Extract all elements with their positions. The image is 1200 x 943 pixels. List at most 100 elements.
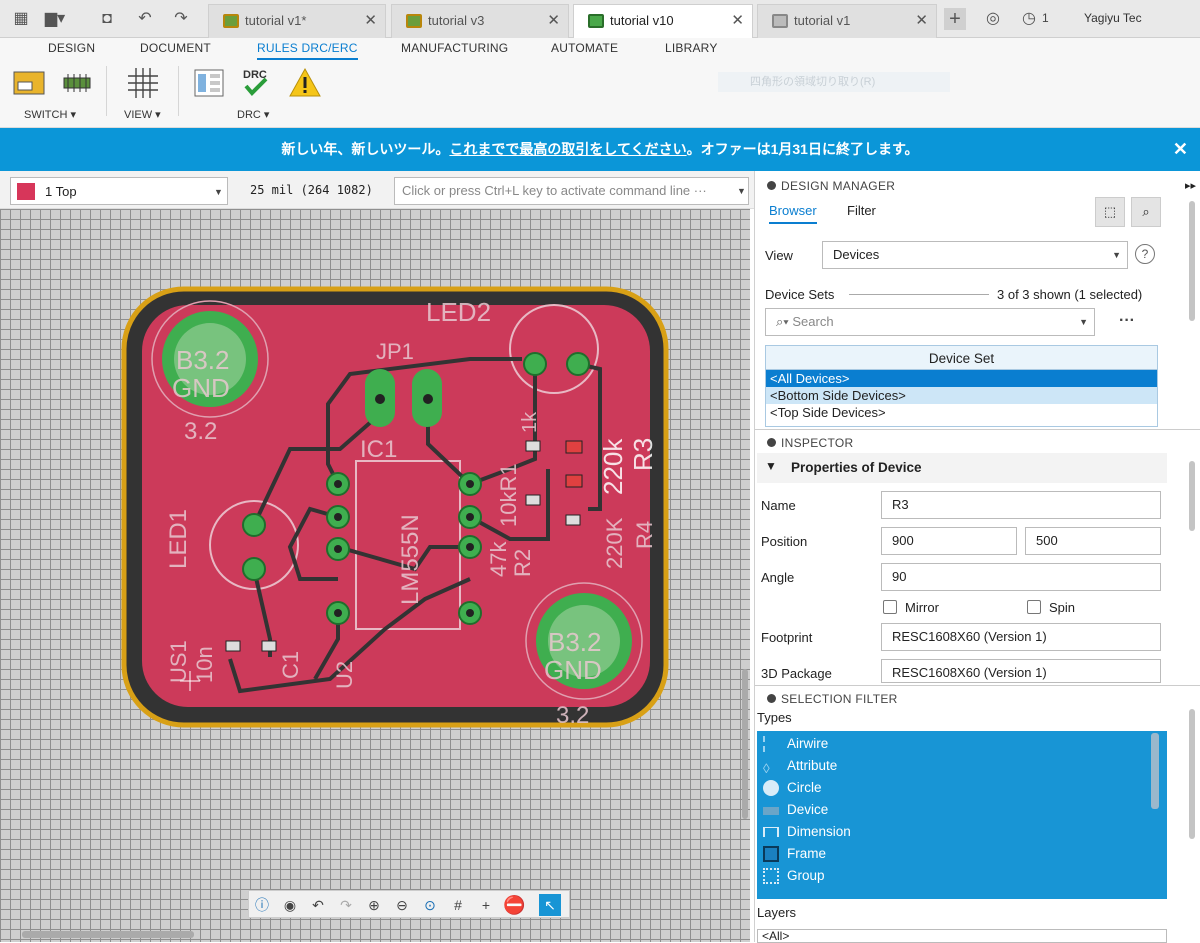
selection-filter-header[interactable]: SELECTION FILTER [767, 692, 898, 706]
doc-tab-1[interactable]: tutorial v1* ✕ [208, 4, 386, 38]
ribbon-tab-manufacturing[interactable]: MANUFACTURING [401, 41, 508, 55]
crosshair-icon[interactable]: + [475, 894, 497, 916]
zoom-in-icon[interactable]: ⊕ [363, 894, 385, 916]
group-separator [106, 66, 107, 116]
type-item-airwire[interactable]: Airwire [763, 733, 828, 755]
close-icon[interactable]: ✕ [547, 5, 560, 37]
type-label: Dimension [787, 824, 851, 839]
selection-filter-title: SELECTION FILTER [781, 692, 898, 706]
save-icon[interactable]: ◘ [96, 8, 118, 30]
job-status-icon[interactable]: ◎ [982, 8, 1004, 30]
switch-board-icon[interactable] [12, 66, 46, 100]
position-x-field[interactable]: 900 [881, 527, 1017, 555]
chevron-down-icon[interactable]: ▼ [737, 178, 746, 204]
grid-coordinate-readout: 25 mil (264 1082) [250, 183, 373, 197]
warning-icon[interactable] [288, 66, 322, 100]
tab-filter[interactable]: Filter [847, 203, 876, 218]
more-options-icon[interactable]: ··· [1119, 312, 1135, 330]
canvas-horizontal-scrollbar[interactable] [22, 931, 194, 938]
device-set-column-header[interactable]: Device Set [766, 346, 1157, 370]
grid-icon[interactable] [126, 66, 160, 100]
new-tab-plus-icon[interactable]: + [944, 8, 966, 30]
panel-scrollbar[interactable] [1189, 461, 1195, 531]
design-rules-icon[interactable] [192, 66, 226, 100]
types-scrollbar[interactable] [1151, 733, 1159, 809]
user-name[interactable]: Yagiyu Tec [1084, 11, 1142, 25]
search-placeholder: Search [792, 314, 834, 329]
device-set-row[interactable]: <Bottom Side Devices> [766, 387, 1157, 404]
angle-field[interactable]: 90 [881, 563, 1161, 591]
properties-section-header[interactable]: ▼ Properties of Device [757, 453, 1167, 483]
help-icon[interactable]: ? [1135, 244, 1155, 264]
name-field[interactable]: R3 [881, 491, 1161, 519]
inspector-header[interactable]: INSPECTOR [767, 436, 854, 450]
doc-tab-2[interactable]: tutorial v3 ✕ [391, 4, 569, 38]
zoom-out-icon[interactable]: ⊖ [391, 894, 413, 916]
banner-link[interactable]: これまでで最高の取引をしてください [449, 141, 686, 157]
canvas-vertical-scrollbar[interactable] [742, 669, 748, 819]
notification-count[interactable]: 1 [1042, 11, 1049, 25]
ribbon-tab-automate[interactable]: AUTOMATE [551, 41, 618, 55]
spin-checkbox[interactable] [1027, 600, 1041, 614]
stop-icon[interactable]: ⛔ [503, 894, 525, 916]
chevron-down-icon[interactable]: ▼ [1079, 309, 1088, 335]
switch-schematic-icon[interactable] [60, 66, 94, 100]
view-select[interactable]: Devices ▼ [822, 241, 1128, 269]
tag-icon: ◊ [763, 761, 770, 776]
layers-list[interactable]: <All> [757, 929, 1167, 943]
banner-close-button[interactable]: ✕ [1173, 128, 1188, 171]
redo-icon[interactable]: ↷ [170, 8, 192, 30]
close-icon[interactable]: ✕ [364, 5, 377, 37]
info-icon[interactable]: ⓘ [251, 894, 273, 916]
switch-group-label[interactable]: SWITCH ▾ [24, 108, 76, 121]
ribbon-tab-document[interactable]: DOCUMENT [140, 41, 211, 55]
app-grid-icon[interactable]: ▦ [10, 8, 32, 30]
position-y-field[interactable]: 500 [1025, 527, 1161, 555]
doc-tab-3[interactable]: tutorial v10 ✕ [573, 4, 753, 39]
command-line-input[interactable]: Click or press Ctrl+L key to activate co… [394, 177, 749, 205]
clock-icon[interactable]: ◷ [1018, 8, 1040, 30]
label-led1: LED1 [165, 509, 192, 569]
type-item-circle[interactable]: Circle [763, 777, 822, 799]
design-manager-header[interactable]: DESIGN MANAGER [767, 179, 895, 193]
airwire-icon [763, 736, 779, 752]
zoom-fit-icon[interactable]: ⊙ [419, 894, 441, 916]
footprint-field[interactable]: RESC1608X60 (Version 1) [881, 623, 1161, 651]
undo-icon[interactable]: ↶ [307, 894, 329, 916]
select-arrow-icon[interactable]: ↖ [539, 894, 561, 916]
package-field[interactable]: RESC1608X60 (Version 1) [881, 659, 1161, 683]
drc-check-icon[interactable]: DRC [240, 66, 274, 100]
ribbon-tab-design[interactable]: DESIGN [48, 41, 95, 55]
type-item-dimension[interactable]: Dimension [763, 821, 851, 843]
type-item-frame[interactable]: Frame [763, 843, 826, 865]
layer-color-swatch [17, 183, 35, 200]
view-group-label[interactable]: VIEW ▾ [124, 108, 161, 121]
device-set-search-input[interactable]: ⌕▾ Search ▼ [765, 308, 1095, 336]
close-icon[interactable]: ✕ [731, 5, 744, 37]
eye-icon[interactable]: ◉ [279, 894, 301, 916]
undo-icon[interactable]: ↶ [134, 8, 156, 30]
close-icon[interactable]: ✕ [915, 5, 928, 37]
type-item-attribute[interactable]: ◊ Attribute [763, 755, 837, 777]
grid-toggle-icon[interactable]: # [447, 894, 469, 916]
ribbon-tab-rules[interactable]: RULES DRC/ERC [257, 41, 358, 60]
mirror-checkbox[interactable] [883, 600, 897, 614]
panel-scrollbar[interactable] [1189, 201, 1195, 321]
device-set-row[interactable]: <Top Side Devices> [766, 404, 1157, 421]
tab-browser[interactable]: Browser [769, 203, 817, 224]
file-menu-icon[interactable]: ▆▾ [44, 8, 66, 30]
zoom-select-icon[interactable]: ⌕ [1131, 197, 1161, 227]
layer-select[interactable]: 1 Top ▼ [10, 177, 228, 205]
doc-tab-4[interactable]: tutorial v1 ✕ [757, 4, 937, 38]
pcb-canvas[interactable]: LED2 JP1 B3.2 GND 3.2 B3.2 GND 3.2 IC1 L… [0, 209, 750, 942]
drc-group-label[interactable]: DRC ▾ [237, 108, 269, 121]
device-set-row[interactable]: <All Devices> [766, 370, 1157, 387]
label-hole1-net: GND [172, 373, 230, 403]
ribbon-tab-library[interactable]: LIBRARY [665, 41, 718, 55]
panel-scrollbar[interactable] [1189, 709, 1195, 839]
redo-icon[interactable]: ↷ [335, 894, 357, 916]
collapse-panel-icon[interactable]: ▸▸ [1185, 179, 1196, 192]
type-item-group[interactable]: Group [763, 865, 825, 887]
select-tool-icon[interactable]: ⬚ [1095, 197, 1125, 227]
type-item-device[interactable]: Device [763, 799, 828, 821]
